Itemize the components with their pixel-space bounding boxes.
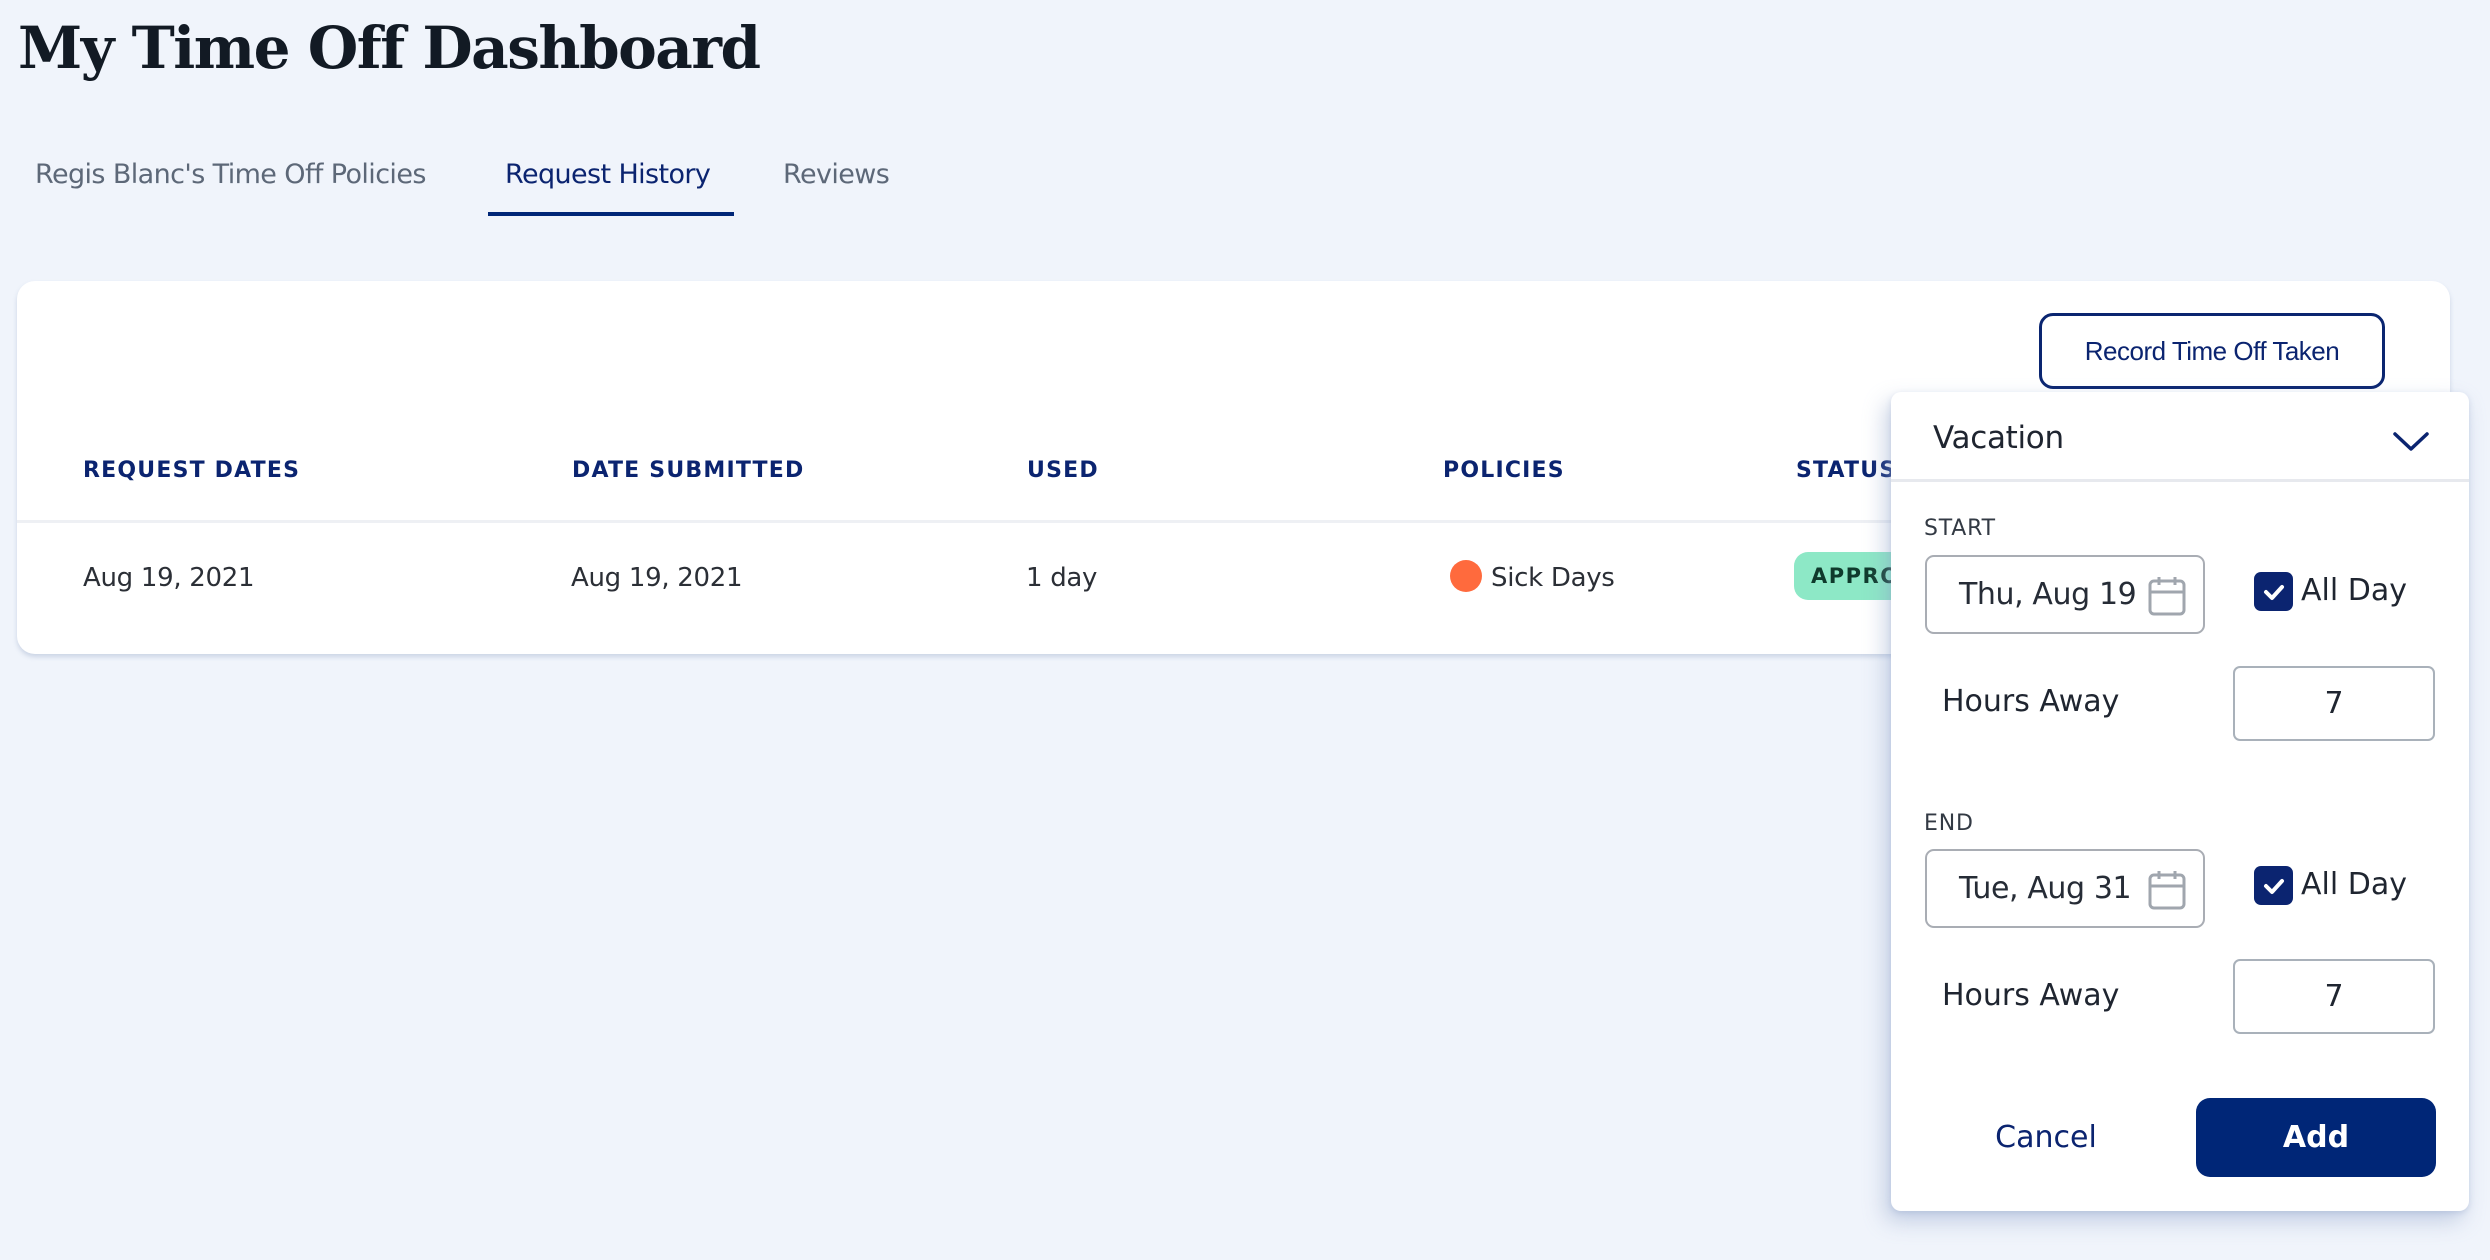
record-time-off-popover: Vacation START Thu, Aug 19 All Day Hours… bbox=[1891, 392, 2469, 1211]
end-label: END bbox=[1924, 811, 1974, 836]
checkmark-icon bbox=[2263, 878, 2284, 894]
tab-reviews[interactable]: Reviews bbox=[783, 150, 890, 216]
policy-select-value: Vacation bbox=[1933, 420, 2064, 456]
tab-request-history[interactable]: Request History bbox=[505, 150, 711, 216]
end-hours-away-label: Hours Away bbox=[1942, 978, 2120, 1013]
cell-request-dates: Aug 19, 2021 bbox=[83, 563, 255, 593]
calendar-icon[interactable] bbox=[2147, 575, 2187, 617]
select-divider bbox=[1891, 479, 2469, 482]
end-date-input[interactable]: Tue, Aug 31 bbox=[1925, 849, 2205, 928]
time-off-dashboard: My Time Off Dashboard Regis Blanc's Time… bbox=[0, 0, 2490, 1260]
start-all-day-checkbox[interactable] bbox=[2254, 572, 2293, 611]
start-all-day-label[interactable]: All Day bbox=[2301, 571, 2407, 611]
start-date-value: Thu, Aug 19 bbox=[1959, 577, 2137, 612]
start-date-input[interactable]: Thu, Aug 19 bbox=[1925, 555, 2205, 634]
policy-select[interactable]: Vacation bbox=[1891, 392, 2469, 480]
column-header-used[interactable]: USED bbox=[1027, 455, 1099, 487]
record-time-off-button[interactable]: Record Time Off Taken bbox=[2039, 313, 2385, 389]
checkmark-icon bbox=[2263, 584, 2284, 600]
end-all-day-checkbox[interactable] bbox=[2254, 866, 2293, 905]
cell-date-submitted: Aug 19, 2021 bbox=[571, 563, 743, 593]
page-title: My Time Off Dashboard bbox=[18, 14, 761, 82]
column-header-status[interactable]: STATUS bbox=[1796, 455, 1896, 487]
chevron-down-icon[interactable] bbox=[2391, 430, 2431, 454]
calendar-icon[interactable] bbox=[2147, 869, 2187, 911]
end-all-day-label[interactable]: All Day bbox=[2301, 865, 2407, 905]
column-header-date-submitted[interactable]: DATE SUBMITTED bbox=[572, 455, 804, 487]
cell-used: 1 day bbox=[1026, 563, 1098, 593]
start-label: START bbox=[1924, 516, 1996, 541]
cell-policy: Sick Days bbox=[1491, 563, 1615, 593]
tab-time-off-policies[interactable]: Regis Blanc's Time Off Policies bbox=[35, 150, 426, 216]
end-hours-away-input[interactable]: 7 bbox=[2233, 959, 2435, 1034]
start-hours-away-label: Hours Away bbox=[1942, 684, 2120, 719]
column-header-policies[interactable]: POLICIES bbox=[1443, 455, 1565, 487]
active-tab-indicator bbox=[488, 212, 734, 216]
end-date-value: Tue, Aug 31 bbox=[1959, 871, 2132, 906]
column-header-request-dates[interactable]: REQUEST DATES bbox=[83, 455, 300, 487]
cancel-button[interactable]: Cancel bbox=[1961, 1098, 2131, 1177]
policy-color-dot bbox=[1450, 560, 1482, 592]
start-hours-away-input[interactable]: 7 bbox=[2233, 666, 2435, 741]
tab-bar: Regis Blanc's Time Off Policies Request … bbox=[0, 150, 1000, 220]
add-button[interactable]: Add bbox=[2196, 1098, 2436, 1177]
